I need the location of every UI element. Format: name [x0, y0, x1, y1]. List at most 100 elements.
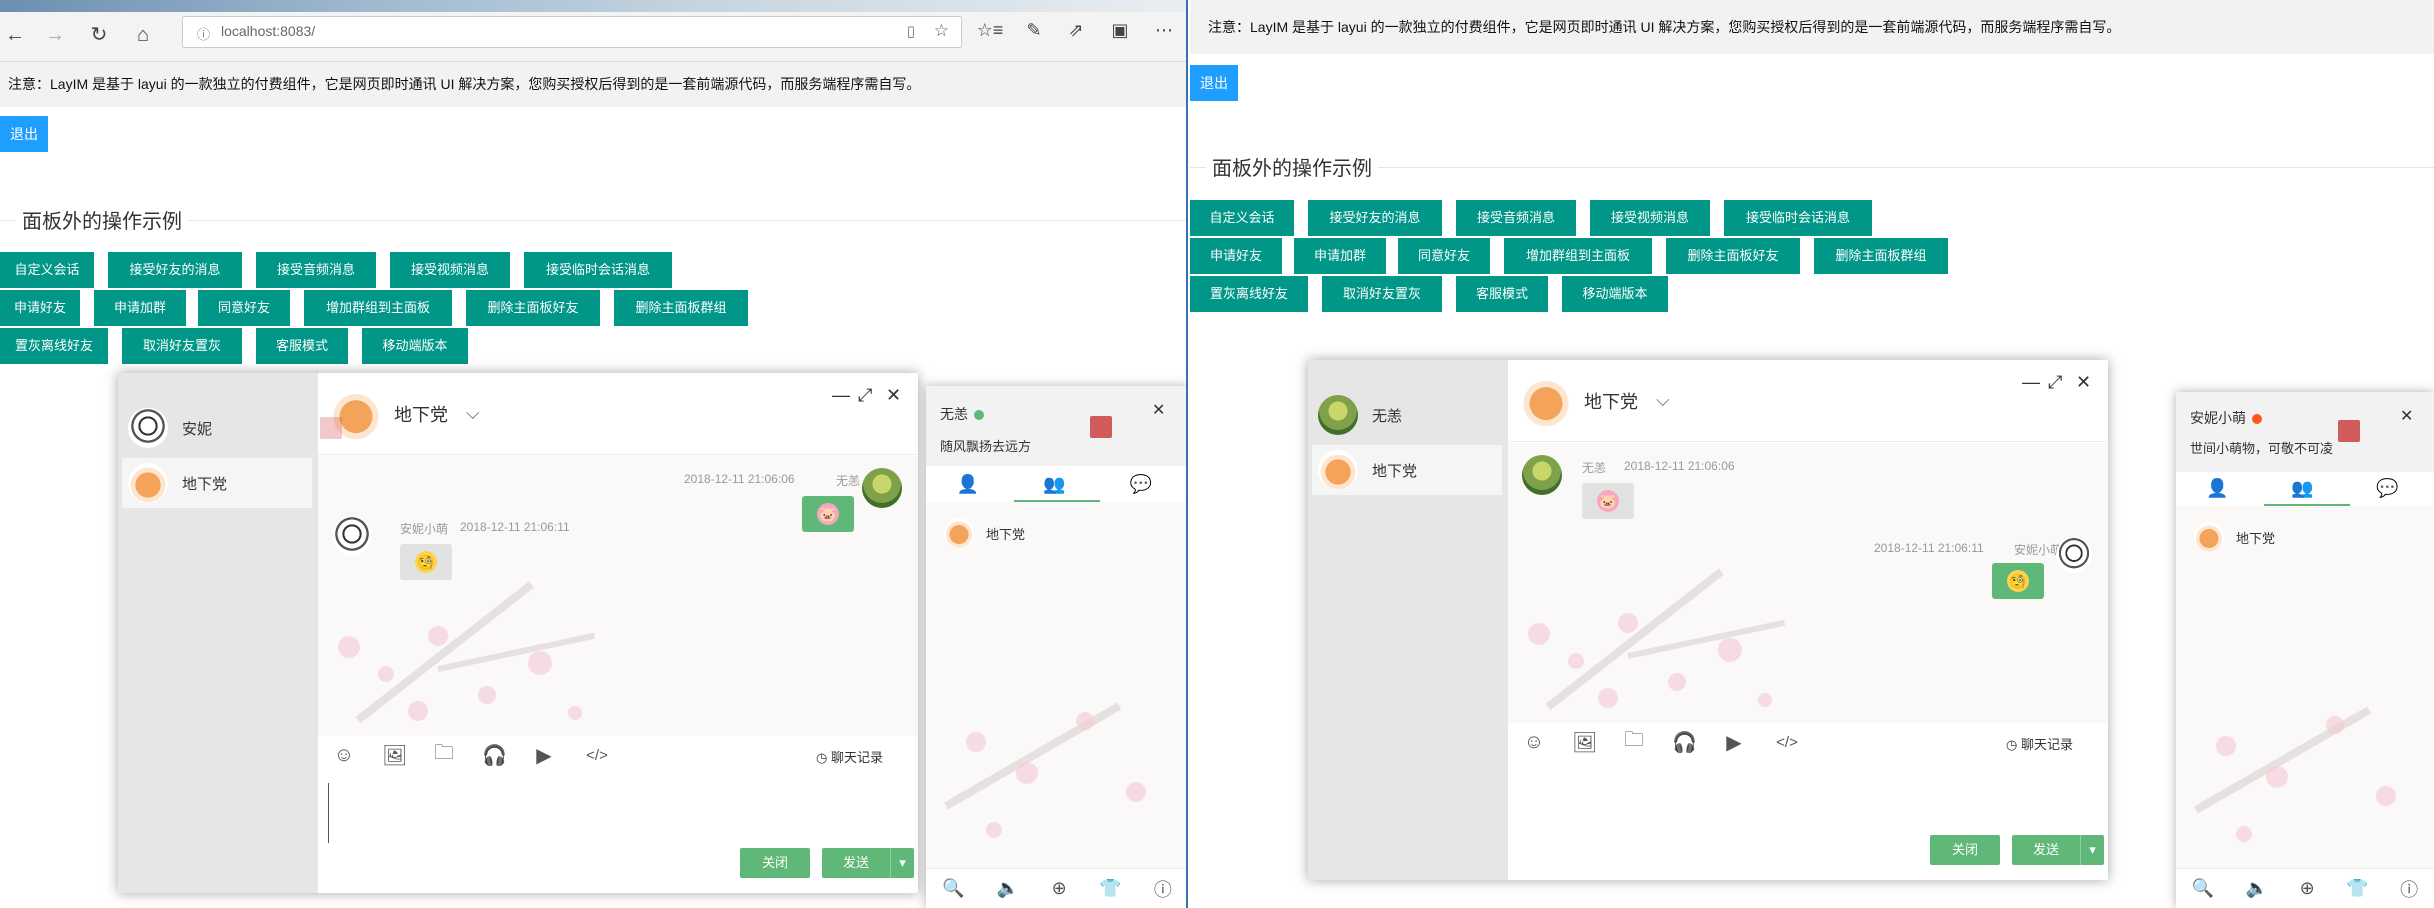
- back-icon[interactable]: ←: [0, 20, 30, 50]
- about-icon[interactable]: ⓘ: [1154, 876, 1172, 902]
- video-icon[interactable]: ▶: [532, 743, 556, 768]
- message-input[interactable]: [318, 778, 918, 848]
- btn-receive-friend-msg[interactable]: 接受好友的消息: [108, 252, 242, 288]
- friend-item[interactable]: 地下党: [944, 518, 1025, 548]
- tab-groups[interactable]: 👥: [2261, 478, 2344, 499]
- sound-icon[interactable]: 🔈: [997, 878, 1019, 899]
- btn-receive-audio-msg[interactable]: 接受音频消息: [1456, 200, 1576, 236]
- home-icon[interactable]: ⌂: [128, 20, 158, 50]
- video-icon[interactable]: ▶: [1722, 730, 1746, 755]
- minimize-icon[interactable]: —: [2022, 372, 2040, 393]
- chat-list-item-active[interactable]: 地下党: [122, 458, 312, 508]
- search-icon[interactable]: 🔍: [2192, 878, 2214, 899]
- btn-receive-video-msg[interactable]: 接受视频消息: [1590, 200, 1710, 236]
- favorite-star-icon[interactable]: ☆: [934, 21, 949, 41]
- skin-icon[interactable]: 👕: [1099, 878, 1121, 899]
- chat-list-item[interactable]: 安妮: [118, 403, 318, 453]
- btn-apply-group[interactable]: 申请加群: [1294, 238, 1386, 274]
- reading-view-icon[interactable]: ▯: [907, 22, 915, 40]
- refresh-icon[interactable]: ↻: [84, 20, 114, 50]
- tab-groups[interactable]: 👥: [1012, 474, 1096, 495]
- close-icon[interactable]: ✕: [2400, 406, 2413, 426]
- close-button[interactable]: 关闭: [1930, 835, 2000, 865]
- chat-list-item[interactable]: 无恙: [1308, 390, 1508, 440]
- btn-add-group-to-panel[interactable]: 增加群组到主面板: [304, 290, 452, 326]
- btn-add-group-to-panel[interactable]: 增加群组到主面板: [1504, 238, 1652, 274]
- search-icon[interactable]: 🔍: [942, 878, 964, 899]
- close-icon[interactable]: ✕: [1152, 400, 1165, 420]
- history-link[interactable]: ◷ 聊天记录: [2006, 734, 2073, 753]
- store-icon[interactable]: ▣: [1106, 20, 1134, 41]
- tab-friends[interactable]: 👤: [2176, 478, 2259, 499]
- tab-friends[interactable]: 👤: [926, 474, 1010, 495]
- maximize-icon[interactable]: ⤢: [858, 385, 872, 406]
- minimize-icon[interactable]: —: [832, 385, 850, 406]
- close-icon[interactable]: ✕: [2076, 372, 2091, 393]
- forward-icon[interactable]: →: [40, 20, 70, 50]
- sound-icon[interactable]: 🔈: [2246, 878, 2268, 899]
- code-icon[interactable]: </>: [582, 747, 612, 764]
- friend-item[interactable]: 地下党: [2194, 522, 2275, 552]
- btn-cancel-gray-friend[interactable]: 取消好友置灰: [122, 328, 242, 364]
- tab-history[interactable]: 💬: [2346, 478, 2429, 499]
- btn-service-mode[interactable]: 客服模式: [1456, 276, 1548, 312]
- pen-icon[interactable]: ✎: [1020, 20, 1048, 41]
- btn-mobile-version[interactable]: 移动端版本: [362, 328, 468, 364]
- send-button[interactable]: 发送: [2012, 835, 2080, 865]
- headphone-icon[interactable]: 🎧: [482, 743, 507, 768]
- btn-receive-audio-msg[interactable]: 接受音频消息: [256, 252, 376, 288]
- maximize-icon[interactable]: ⤢: [2048, 372, 2062, 393]
- code-icon[interactable]: </>: [1772, 734, 1802, 751]
- btn-cancel-gray-friend[interactable]: 取消好友置灰: [1322, 276, 1442, 312]
- btn-remove-panel-group[interactable]: 删除主面板群组: [614, 290, 748, 326]
- btn-apply-friend[interactable]: 申请好友: [1190, 238, 1282, 274]
- friend-list: 地下党: [2176, 506, 2434, 868]
- history-link[interactable]: ◷ 聊天记录: [816, 747, 883, 766]
- btn-receive-friend-msg[interactable]: 接受好友的消息: [1308, 200, 1442, 236]
- btn-mobile-version[interactable]: 移动端版本: [1562, 276, 1668, 312]
- btn-receive-temp-msg[interactable]: 接受临时会话消息: [524, 252, 672, 288]
- more-icon[interactable]: ⋯: [1150, 20, 1178, 41]
- send-button[interactable]: 发送: [822, 848, 890, 878]
- send-options-arrow[interactable]: ▾: [890, 848, 914, 878]
- chevron-down-icon[interactable]: ⌵: [466, 403, 480, 424]
- folder-icon[interactable]: 🗀: [1622, 725, 1646, 759]
- btn-agree-friend[interactable]: 同意好友: [198, 290, 290, 326]
- btn-gray-offline-friend[interactable]: 置灰离线好友: [0, 328, 108, 364]
- btn-remove-panel-group[interactable]: 删除主面板群组: [1814, 238, 1948, 274]
- btn-remove-panel-friend[interactable]: 删除主面板好友: [1666, 238, 1800, 274]
- skin-icon[interactable]: 👕: [2346, 878, 2368, 899]
- close-button[interactable]: 关闭: [740, 848, 810, 878]
- btn-custom-session[interactable]: 自定义会话: [0, 252, 94, 288]
- chat-list-item-active[interactable]: 地下党: [1312, 445, 1502, 495]
- image-icon[interactable]: 🖼: [382, 743, 407, 768]
- btn-receive-video-msg[interactable]: 接受视频消息: [390, 252, 510, 288]
- logout-button[interactable]: 退出: [0, 116, 48, 152]
- btn-gray-offline-friend[interactable]: 置灰离线好友: [1190, 276, 1308, 312]
- folder-icon[interactable]: 🗀: [432, 738, 456, 772]
- message-input[interactable]: [1508, 765, 2108, 835]
- close-icon[interactable]: ✕: [886, 385, 901, 406]
- add-icon[interactable]: ⊕: [1052, 878, 1067, 899]
- add-icon[interactable]: ⊕: [2300, 878, 2315, 899]
- address-bar[interactable]: ⓘ localhost:8083/ ▯ ☆: [182, 16, 962, 48]
- site-info-icon[interactable]: ⓘ: [197, 24, 210, 43]
- btn-apply-friend[interactable]: 申请好友: [0, 290, 80, 326]
- about-icon[interactable]: ⓘ: [2400, 876, 2418, 902]
- btn-custom-session[interactable]: 自定义会话: [1190, 200, 1294, 236]
- tab-history[interactable]: 💬: [1099, 474, 1183, 495]
- emoji-icon[interactable]: ☺: [1522, 731, 1546, 754]
- send-options-arrow[interactable]: ▾: [2080, 835, 2104, 865]
- chevron-down-icon[interactable]: ⌵: [1656, 390, 1670, 411]
- headphone-icon[interactable]: 🎧: [1672, 730, 1697, 755]
- btn-apply-group[interactable]: 申请加群: [94, 290, 186, 326]
- btn-remove-panel-friend[interactable]: 删除主面板好友: [466, 290, 600, 326]
- image-icon[interactable]: 🖼: [1572, 730, 1597, 755]
- btn-service-mode[interactable]: 客服模式: [256, 328, 348, 364]
- share-icon[interactable]: ⇗: [1062, 20, 1090, 41]
- favorites-bar-icon[interactable]: ☆≡: [976, 20, 1004, 41]
- btn-receive-temp-msg[interactable]: 接受临时会话消息: [1724, 200, 1872, 236]
- logout-button[interactable]: 退出: [1190, 65, 1238, 101]
- btn-agree-friend[interactable]: 同意好友: [1398, 238, 1490, 274]
- emoji-icon[interactable]: ☺: [332, 744, 356, 767]
